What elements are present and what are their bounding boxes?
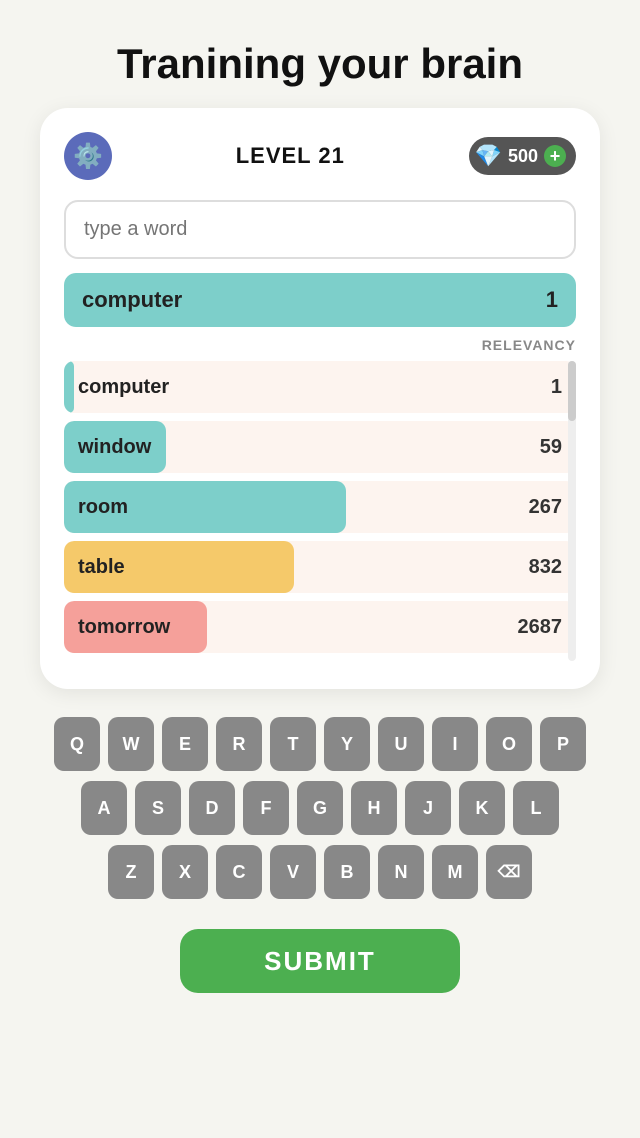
key-f[interactable]: F: [243, 781, 289, 835]
keyboard-row-0: QWERTYUIOP: [40, 717, 600, 771]
relevancy-label: RELEVANCY: [64, 337, 576, 353]
key-v[interactable]: V: [270, 845, 316, 899]
key-o[interactable]: O: [486, 717, 532, 771]
key-i[interactable]: I: [432, 717, 478, 771]
gems-count: 500: [508, 146, 538, 167]
card-header: ⚙️ LEVEL 21 💎 500 +: [64, 132, 576, 180]
word-label: computer: [64, 376, 551, 399]
list-item: table832: [64, 541, 576, 593]
key-b[interactable]: B: [324, 845, 370, 899]
key-m[interactable]: M: [432, 845, 478, 899]
word-rank: 1: [551, 376, 562, 399]
word-label: table: [64, 556, 529, 579]
word-rank: 267: [529, 496, 562, 519]
word-input[interactable]: [64, 200, 576, 259]
key-r[interactable]: R: [216, 717, 262, 771]
key-u[interactable]: U: [378, 717, 424, 771]
gear-icon: ⚙️: [73, 142, 103, 171]
current-word-row: computer 1: [64, 273, 576, 327]
key-l[interactable]: L: [513, 781, 559, 835]
keyboard-row-2: ZXCVBNM⌫: [40, 845, 600, 899]
key-y[interactable]: Y: [324, 717, 370, 771]
current-word-rank: 1: [546, 287, 558, 313]
key-e[interactable]: E: [162, 717, 208, 771]
key-x[interactable]: X: [162, 845, 208, 899]
list-item: room267: [64, 481, 576, 533]
level-label: LEVEL 21: [236, 143, 345, 169]
word-list: computer1 window59 room267 table832 tomorrow…: [64, 361, 576, 661]
list-item: window59: [64, 421, 576, 473]
key-s[interactable]: S: [135, 781, 181, 835]
key-z[interactable]: Z: [108, 845, 154, 899]
scroll-track: [568, 361, 576, 661]
word-rank: 832: [529, 556, 562, 579]
diamond-icon: 💎: [475, 143, 502, 169]
key-n[interactable]: N: [378, 845, 424, 899]
word-rank: 59: [540, 436, 562, 459]
word-label: tomorrow: [64, 616, 518, 639]
key-k[interactable]: K: [459, 781, 505, 835]
submit-button[interactable]: SUBMIT: [180, 929, 460, 993]
key-t[interactable]: T: [270, 717, 316, 771]
page-title: Tranining your brain: [97, 0, 543, 108]
key-c[interactable]: C: [216, 845, 262, 899]
key-a[interactable]: A: [81, 781, 127, 835]
settings-button[interactable]: ⚙️: [64, 132, 112, 180]
scroll-thumb[interactable]: [568, 361, 576, 421]
key-q[interactable]: Q: [54, 717, 100, 771]
add-gems-button[interactable]: +: [544, 145, 566, 167]
game-card: ⚙️ LEVEL 21 💎 500 + computer 1 RELEVANCY…: [40, 108, 600, 689]
current-word-text: computer: [82, 287, 182, 313]
backspace-key[interactable]: ⌫: [486, 845, 532, 899]
gems-container: 💎 500 +: [469, 137, 576, 175]
word-rank: 2687: [518, 616, 563, 639]
key-h[interactable]: H: [351, 781, 397, 835]
keyboard: QWERTYUIOP ASDFGHJKL ZXCVBNM⌫: [40, 717, 600, 909]
word-label: window: [64, 436, 540, 459]
key-j[interactable]: J: [405, 781, 451, 835]
key-w[interactable]: W: [108, 717, 154, 771]
key-p[interactable]: P: [540, 717, 586, 771]
key-g[interactable]: G: [297, 781, 343, 835]
list-item: tomorrow2687: [64, 601, 576, 653]
key-d[interactable]: D: [189, 781, 235, 835]
list-item: computer1: [64, 361, 576, 413]
word-label: room: [64, 496, 529, 519]
keyboard-row-1: ASDFGHJKL: [40, 781, 600, 835]
